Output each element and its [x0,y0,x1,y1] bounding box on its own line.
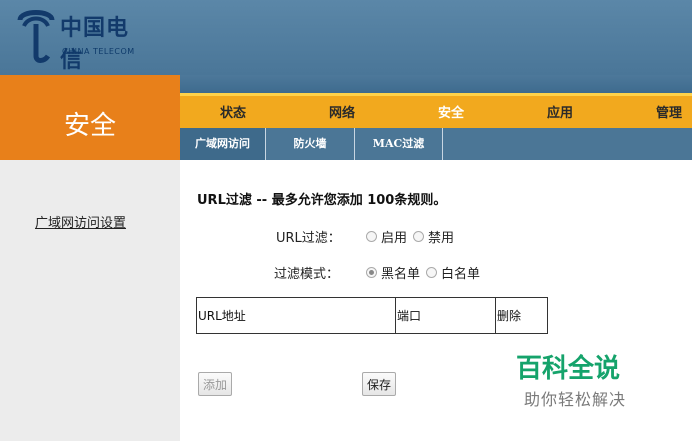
add-button[interactable]: 添加 [198,372,233,396]
url-filter-disable-label: 禁用 [428,231,455,246]
url-filter-label: URL过滤： [276,231,341,246]
logo-text-cn: 中国电信 [60,15,130,73]
blacklist-radio[interactable] [366,267,377,278]
filter-mode-label: 过滤模式： [274,267,340,282]
header-bar: 中国电信 CHINA TELECOM [0,0,692,75]
url-filter-radio-group: 启用 禁用 [366,227,460,246]
tab-mac-filter[interactable]: MAC过滤 [355,128,443,160]
nav-item-management[interactable]: 管理 [656,102,682,121]
logo-text-en: CHINA TELECOM [62,47,135,56]
tab-wan-access[interactable]: 广域网访问 [180,128,266,160]
column-url: URL地址 [196,297,396,334]
sidebar-item-wan-access-settings[interactable]: 广域网访问设置 [35,212,126,231]
watermark-subtitle: 助你轻松解决 [524,390,627,409]
nav-item-application[interactable]: 应用 [547,102,573,121]
tab-firewall[interactable]: 防火墙 [266,128,355,160]
page-title: URL过滤 -- 最多允许您添加 100条规则。 [197,193,447,208]
watermark: 百科全说 助你轻松解决 [512,348,644,412]
nav-top-strip [180,75,692,93]
url-filter-disable-radio[interactable] [413,231,425,242]
sub-nav: 广域网访问 防火墙 MAC过滤 [180,128,692,160]
china-telecom-logo: 中国电信 CHINA TELECOM [14,6,148,73]
section-title: 安全 [63,111,116,141]
nav-item-network[interactable]: 网络 [329,102,355,121]
table-header-row: URL地址 端口 删除 [196,297,548,334]
whitelist-label: 白名单 [441,267,481,282]
watermark-title: 百科全说 [516,354,621,384]
nav-item-security[interactable]: 安全 [438,102,464,121]
main-nav: 状态 网络 安全 应用 管理 [180,93,692,128]
url-filter-enable-label: 启用 [381,231,408,246]
column-delete: 删除 [495,297,548,334]
section-header: 安全 [0,75,180,160]
telecom-emblem-icon [17,10,55,63]
sidebar: 广域网访问设置 [0,160,180,441]
url-filter-table: URL地址 端口 删除 [196,297,548,334]
whitelist-radio[interactable] [426,267,438,278]
filter-mode-radio-group: 黑名单 白名单 [366,263,486,282]
blacklist-label: 黑名单 [381,267,421,282]
column-port: 端口 [395,297,496,334]
nav-item-status[interactable]: 状态 [220,102,246,121]
save-button[interactable]: 保存 [362,372,397,396]
url-filter-enable-radio[interactable] [366,231,377,242]
